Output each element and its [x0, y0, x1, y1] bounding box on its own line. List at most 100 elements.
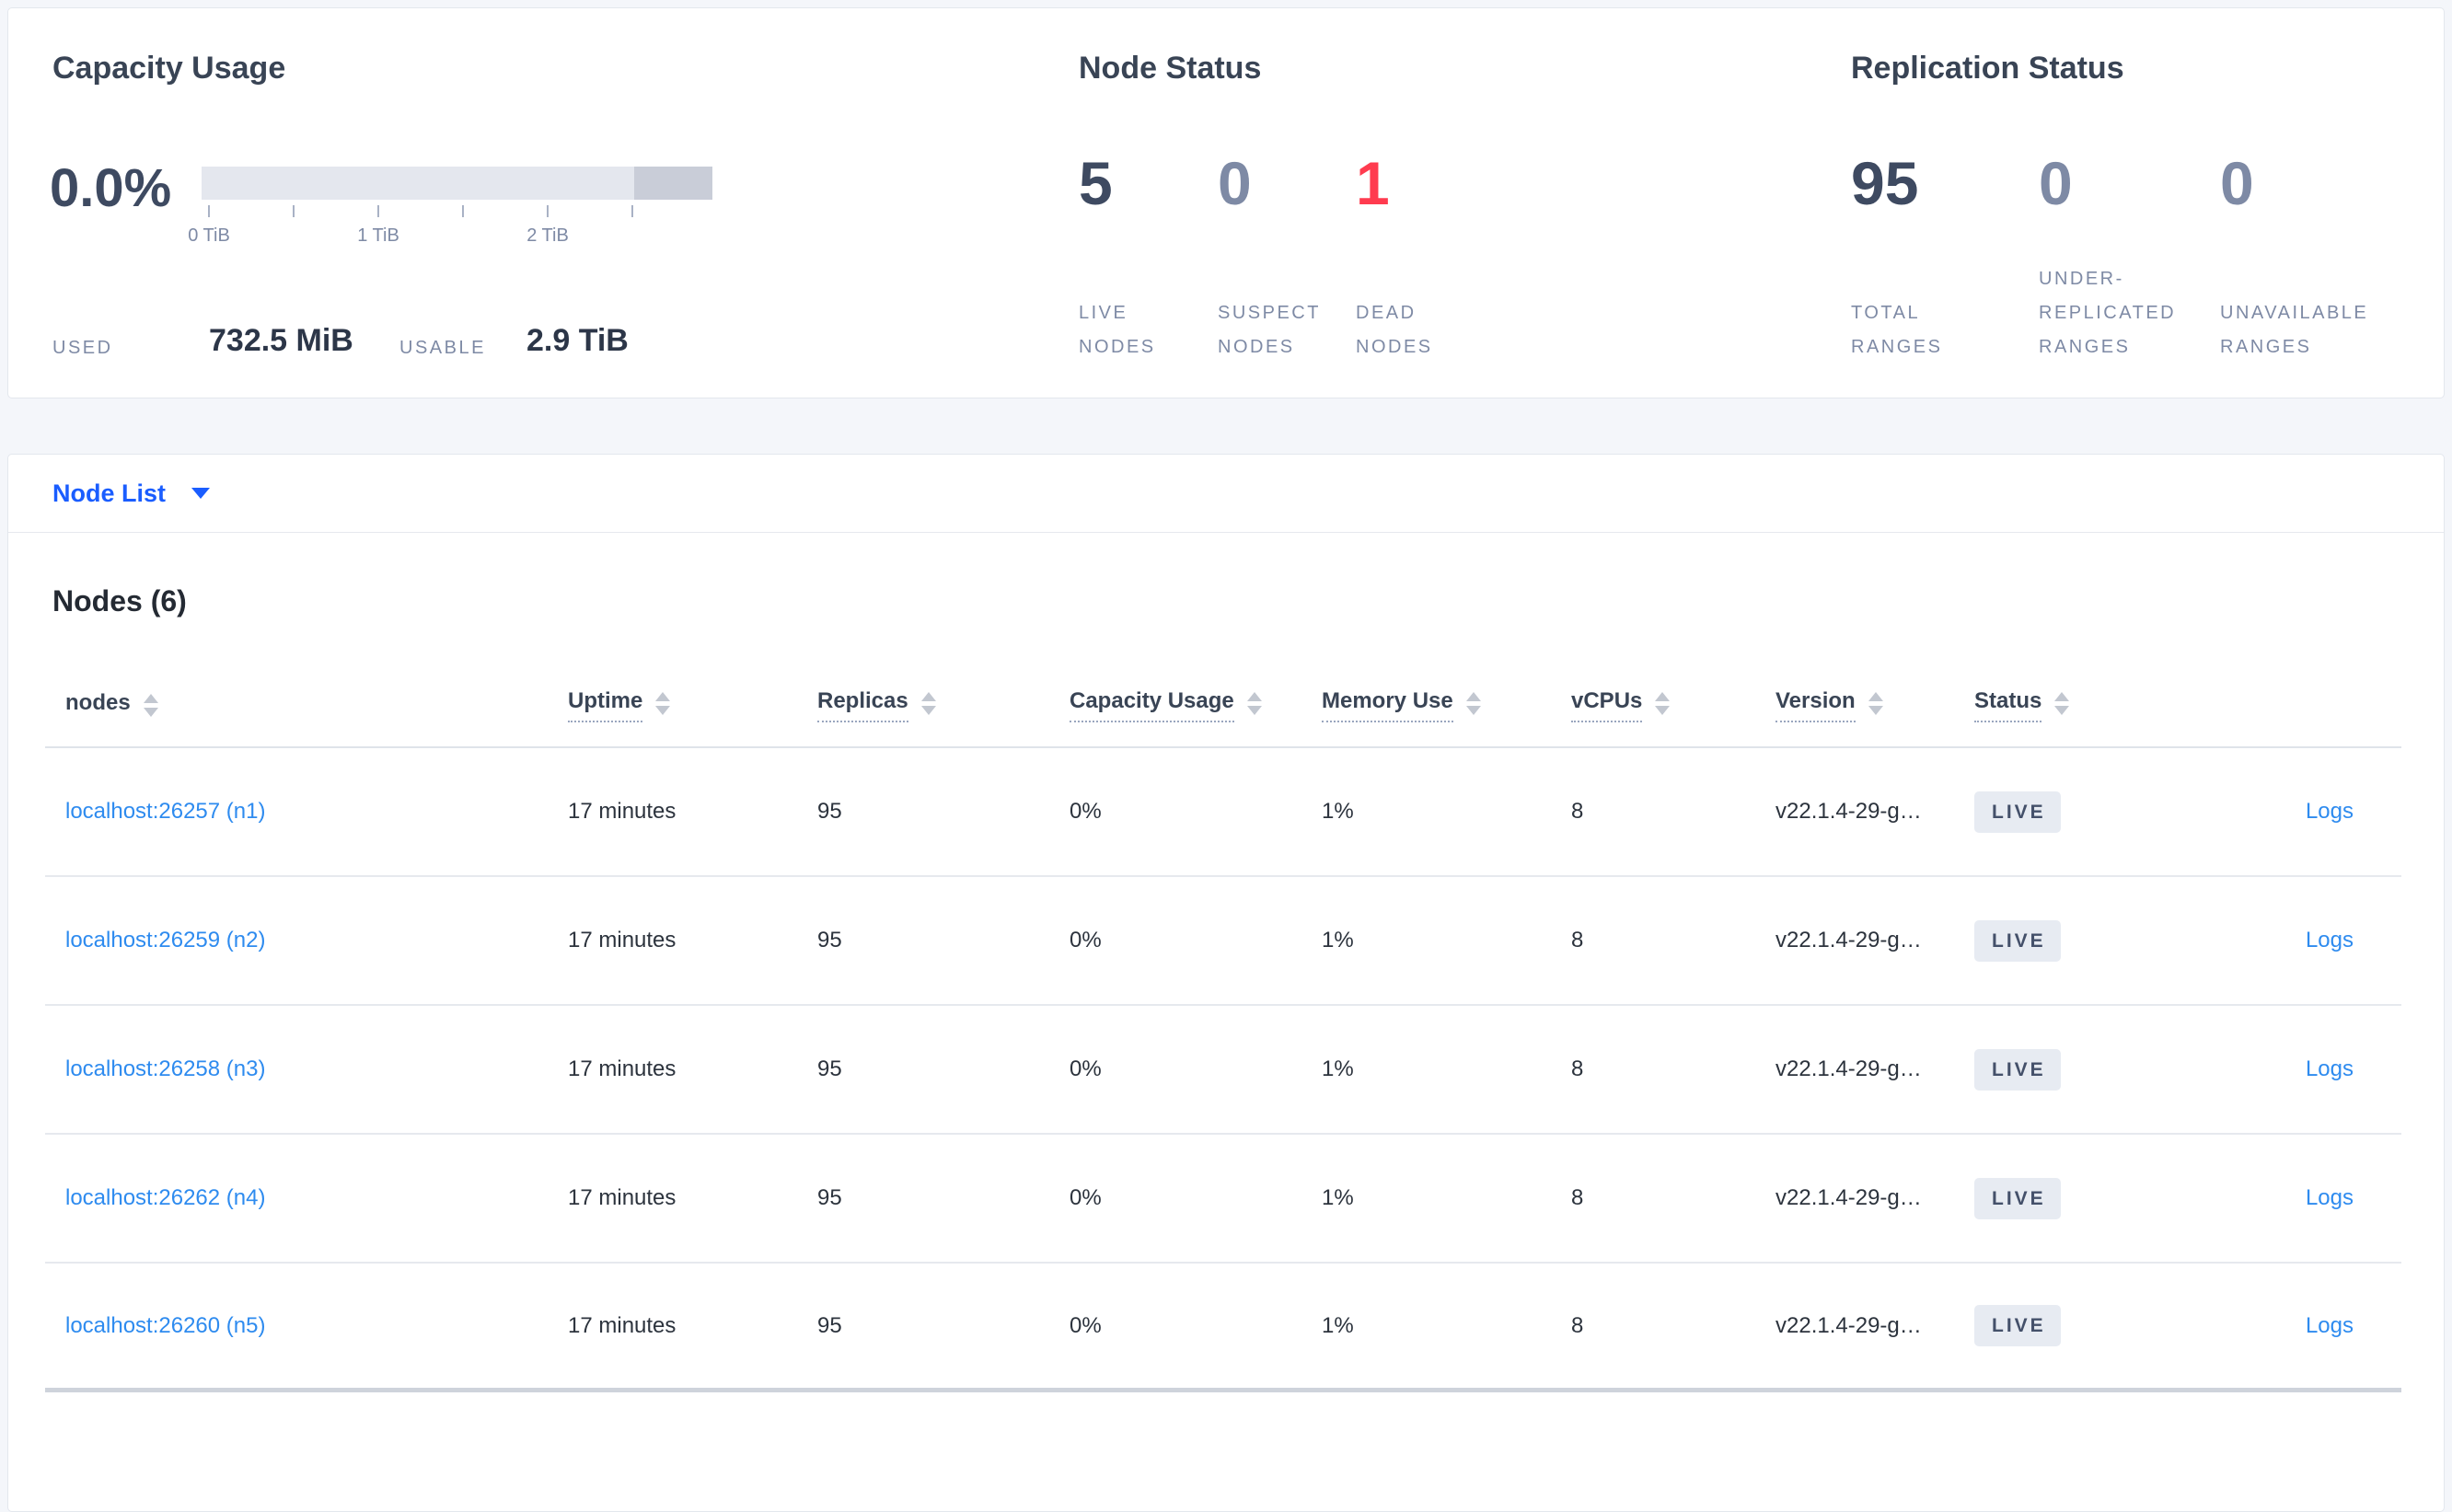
logs-link[interactable]: Logs: [2306, 928, 2354, 953]
column-header-uptime[interactable]: Uptime: [568, 688, 671, 722]
logs-link[interactable]: Logs: [2306, 1185, 2354, 1211]
node-link[interactable]: localhost:26262 (n4): [65, 1185, 265, 1211]
used-value: 732.5 MiB: [209, 323, 353, 358]
used-label: USED: [52, 338, 113, 358]
nodes-table-body: localhost:26257 (n1) 17 minutes 95 0% 1%…: [45, 748, 2401, 1392]
node-link[interactable]: localhost:26259 (n2): [65, 928, 265, 953]
live-nodes-label: LIVE NODES: [1079, 303, 1156, 357]
under-replicated-ranges-label: UNDER- REPLICATED RANGES: [2039, 269, 2177, 357]
column-header-vcpus[interactable]: vCPUs: [1571, 688, 1671, 722]
column-header-replicas[interactable]: Replicas: [817, 688, 936, 722]
table-row: localhost:26257 (n1) 17 minutes 95 0% 1%…: [45, 748, 2401, 877]
capacity-used-percent: 0.0%: [50, 158, 172, 218]
uptime-cell: 17 minutes: [568, 928, 677, 952]
table-row: localhost:26262 (n4) 17 minutes 95 0% 1%…: [45, 1135, 2401, 1264]
node-list-panel: Node List Nodes (6) nodes Uptime Replica…: [7, 454, 2445, 1512]
unavailable-ranges-count: 0: [2220, 149, 2254, 217]
axis-tick-mark: [377, 205, 379, 217]
suspect-nodes-count: 0: [1218, 149, 1252, 217]
live-nodes-count: 5: [1079, 149, 1113, 217]
chevron-down-icon[interactable]: [191, 488, 211, 499]
version-cell: v22.1.4-29-g…: [1775, 1312, 1922, 1338]
status-badge: LIVE: [1974, 1305, 2061, 1346]
axis-tick-mark: [547, 205, 549, 217]
axis-tick-mark: [293, 205, 295, 217]
capacity-usage-bar-segment: [634, 167, 712, 200]
under-replicated-ranges-count: 0: [2039, 149, 2073, 217]
uptime-cell: 17 minutes: [568, 1312, 677, 1338]
vcpus-cell: 8: [1571, 799, 1584, 824]
axis-tick-label: 0 TiB: [188, 225, 230, 246]
memory-use-cell: 1%: [1322, 928, 1354, 952]
unavailable-ranges-label: UNAVAILABLE RANGES: [2220, 303, 2369, 357]
node-list-dropdown[interactable]: Node List: [52, 479, 166, 508]
usable-label: USABLE: [399, 338, 486, 358]
status-badge: LIVE: [1974, 1048, 2061, 1091]
column-header-capacity-usage[interactable]: Capacity Usage: [1070, 688, 1262, 722]
memory-use-cell: 1%: [1322, 1185, 1354, 1210]
suspect-nodes-label: SUSPECT NODES: [1218, 303, 1321, 357]
replicas-cell: 95: [817, 799, 842, 824]
memory-use-cell: 1%: [1322, 1312, 1354, 1338]
sort-icon: [1868, 692, 1883, 715]
replication-status-title: Replication Status: [1851, 51, 2124, 86]
sort-icon: [655, 692, 671, 715]
column-header-memory-use[interactable]: Memory Use: [1322, 688, 1481, 722]
table-row: localhost:26258 (n3) 17 minutes 95 0% 1%…: [45, 1006, 2401, 1135]
sort-icon: [920, 692, 936, 715]
nodes-table-title: Nodes (6): [52, 584, 187, 617]
axis-tick-label: 2 TiB: [526, 225, 569, 246]
node-status-title: Node Status: [1079, 51, 1262, 86]
table-row: localhost:26260 (n5) 17 minutes 95 0% 1%…: [45, 1264, 2401, 1392]
version-cell: v22.1.4-29-g…: [1775, 928, 1922, 952]
vcpus-cell: 8: [1571, 1312, 1584, 1338]
column-header-status[interactable]: Status: [1974, 688, 2070, 722]
status-badge: LIVE: [1974, 919, 2061, 962]
axis-tick-label: 1 TiB: [357, 225, 399, 246]
sort-icon: [1465, 692, 1481, 715]
replicas-cell: 95: [817, 1056, 842, 1081]
node-link[interactable]: localhost:26258 (n3): [65, 1056, 265, 1082]
axis-tick-mark: [631, 205, 633, 217]
capacity-usage-bar: [202, 167, 712, 200]
capacity-usage-cell: 0%: [1070, 1056, 1102, 1081]
view-selector-row: Node List: [8, 455, 2444, 533]
table-row: localhost:26259 (n2) 17 minutes 95 0% 1%…: [45, 877, 2401, 1006]
vcpus-cell: 8: [1571, 928, 1584, 952]
dead-nodes-count: 1: [1356, 149, 1390, 217]
status-badge: LIVE: [1974, 791, 2061, 833]
vcpus-cell: 8: [1571, 1056, 1584, 1081]
replicas-cell: 95: [817, 1312, 842, 1338]
logs-link[interactable]: Logs: [2306, 1056, 2354, 1082]
capacity-usage-cell: 0%: [1070, 1312, 1102, 1338]
nodes-table-header: nodes Uptime Replicas Capacity Usage Mem…: [45, 618, 2401, 748]
vcpus-cell: 8: [1571, 1185, 1584, 1210]
replicas-cell: 95: [817, 1185, 842, 1210]
sort-icon: [2054, 692, 2070, 715]
sort-icon: [1655, 692, 1671, 715]
axis-tick-mark: [208, 205, 210, 217]
logs-link[interactable]: Logs: [2306, 1313, 2354, 1339]
column-header-nodes[interactable]: nodes: [65, 690, 158, 722]
node-link[interactable]: localhost:26260 (n5): [65, 1313, 265, 1339]
memory-use-cell: 1%: [1322, 1056, 1354, 1081]
cluster-summary-panel: Capacity Usage 0.0% 0 TiB 1 TiB 2 TiB US…: [7, 7, 2445, 398]
total-ranges-label: TOTAL RANGES: [1851, 303, 1943, 357]
capacity-usage-cell: 0%: [1070, 799, 1102, 824]
column-header-version[interactable]: Version: [1775, 688, 1883, 722]
version-cell: v22.1.4-29-g…: [1775, 799, 1922, 824]
usable-value: 2.9 TiB: [526, 323, 629, 358]
capacity-usage-title: Capacity Usage: [52, 51, 286, 86]
logs-link[interactable]: Logs: [2306, 799, 2354, 825]
status-badge: LIVE: [1974, 1177, 2061, 1219]
capacity-usage-cell: 0%: [1070, 1185, 1102, 1210]
nodes-table: nodes Uptime Replicas Capacity Usage Mem…: [45, 618, 2401, 1392]
node-link[interactable]: localhost:26257 (n1): [65, 799, 265, 825]
capacity-usage-cell: 0%: [1070, 928, 1102, 952]
replicas-cell: 95: [817, 928, 842, 952]
uptime-cell: 17 minutes: [568, 1056, 677, 1081]
memory-use-cell: 1%: [1322, 799, 1354, 824]
uptime-cell: 17 minutes: [568, 1185, 677, 1210]
sort-icon: [1246, 692, 1262, 715]
version-cell: v22.1.4-29-g…: [1775, 1185, 1922, 1210]
